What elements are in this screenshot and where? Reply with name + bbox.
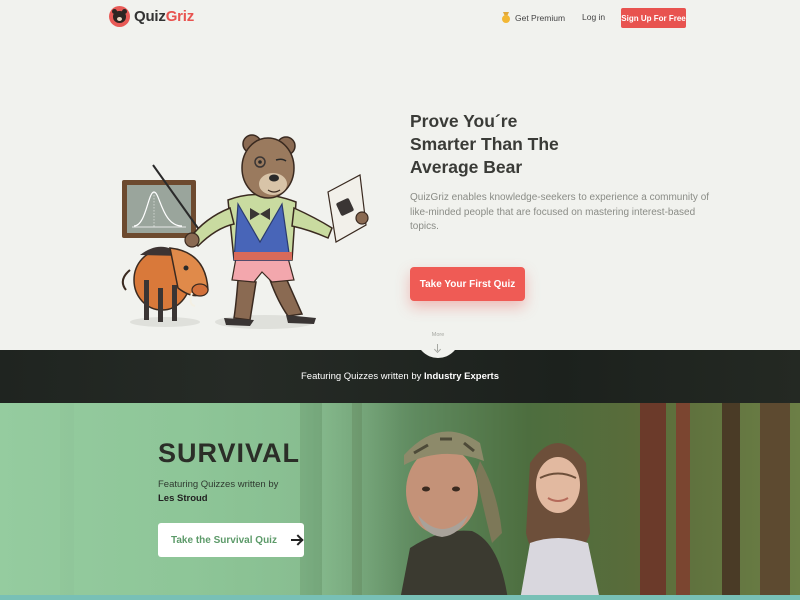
logo-wordmark: QuizGriz <box>134 8 195 25</box>
hero-title-line-3: Average Bear <box>410 157 523 177</box>
survival-experts-photo <box>400 431 600 600</box>
bear-logo-icon <box>109 6 130 27</box>
hero-title: Prove You´re Smarter Than The Average Be… <box>410 110 670 179</box>
get-premium-label: Get Premium <box>515 12 566 23</box>
medal-icon <box>502 12 510 23</box>
quizgriz-logo[interactable]: QuizGriz <box>109 6 194 27</box>
arrow-down-icon[interactable] <box>437 344 438 351</box>
hero-description: QuizGriz enables knowledge-seekers to ex… <box>410 192 710 232</box>
survival-subtitle-text: Featuring Quizzes written by <box>158 479 279 490</box>
signup-button[interactable]: Sign Up For Free <box>621 8 686 28</box>
survival-title: SURVIVAL <box>158 438 301 468</box>
hero-title-line-1: Prove You´re <box>410 111 518 131</box>
more-label[interactable]: More <box>420 332 456 338</box>
top-nav: QuizGriz Get Premium Log in Sign Up For … <box>0 0 800 36</box>
login-link[interactable]: Log in <box>582 12 605 22</box>
section-divider <box>0 595 800 600</box>
arrow-right-icon <box>290 539 301 541</box>
survival-author: Les Stroud <box>158 493 208 504</box>
bear-teacher-illustration <box>121 134 369 329</box>
take-first-quiz-button[interactable]: Take Your First Quiz <box>410 267 525 301</box>
featured-text: Featuring Quizzes written by Industry Ex… <box>301 371 499 382</box>
get-premium-link[interactable]: Get Premium <box>502 12 565 23</box>
featured-text-bold: Industry Experts <box>424 371 499 382</box>
take-survival-quiz-button[interactable]: Take the Survival Quiz <box>158 523 304 557</box>
hero-title-line-2: Smarter Than The <box>410 134 559 154</box>
take-survival-quiz-label: Take the Survival Quiz <box>171 534 277 546</box>
survival-subtitle: Featuring Quizzes written by Les Stroud <box>158 478 358 506</box>
